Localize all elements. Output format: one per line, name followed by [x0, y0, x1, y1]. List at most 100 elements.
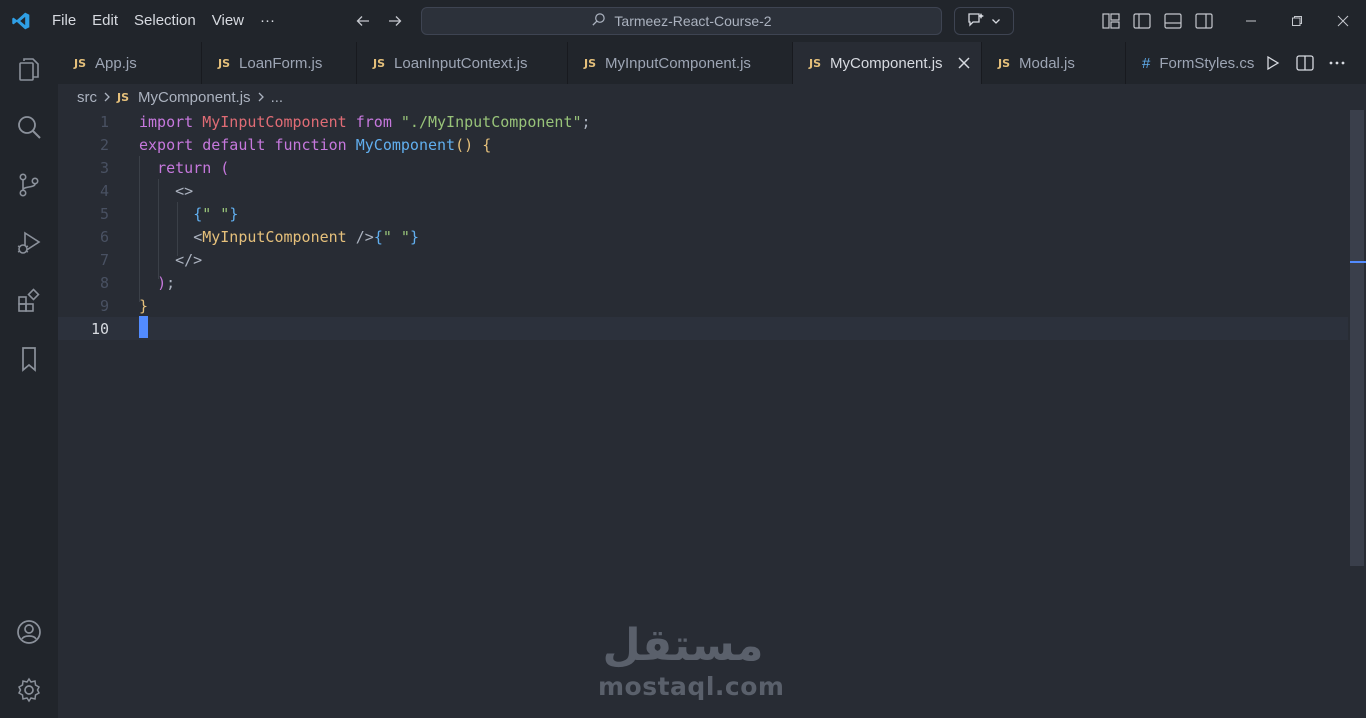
menu-view[interactable]: View — [204, 0, 252, 42]
close-tab-icon[interactable] — [955, 54, 973, 72]
accounts-icon[interactable] — [0, 607, 58, 657]
run-icon[interactable] — [1262, 52, 1284, 74]
menu-edit[interactable]: Edit — [84, 0, 126, 42]
menu-bar: File Edit Selection View ··· — [44, 0, 283, 42]
forward-arrow-icon[interactable] — [384, 10, 406, 32]
js-file-icon: JS — [373, 56, 386, 70]
text-cursor — [139, 316, 148, 338]
settings-gear-icon[interactable] — [0, 665, 58, 715]
tab-label: Modal.js — [1019, 54, 1075, 72]
punctuation: { — [482, 135, 492, 154]
tab-loaninputcontext-js[interactable]: JS LoanInputContext.js — [357, 42, 568, 84]
code-line: 2 export default function MyComponent() … — [58, 133, 1348, 156]
identifier: MyInputComponent — [202, 112, 347, 131]
punctuation: ) — [157, 273, 167, 292]
menu-file[interactable]: File — [44, 0, 84, 42]
line-number: 8 — [99, 273, 109, 292]
search-label: Tarmeez-React-Course-2 — [614, 13, 772, 29]
editor-tabs: JS App.js JS LoanForm.js JS LoanInputContex… — [58, 42, 1366, 84]
toggle-panel-icon[interactable] — [1162, 10, 1184, 32]
split-editor-icon[interactable] — [1294, 52, 1316, 74]
punctuation: < — [193, 227, 203, 246]
code-line: 7 </> — [58, 248, 1348, 271]
breadcrumb-file[interactable]: MyComponent.js — [138, 89, 251, 106]
search-icon — [591, 12, 606, 30]
tab-label: LoanInputContext.js — [394, 54, 528, 72]
command-center-search[interactable]: Tarmeez-React-Course-2 — [421, 7, 942, 35]
bookmarks-icon[interactable] — [0, 334, 58, 384]
js-file-icon: JS — [117, 90, 130, 104]
tab-myinputcomponent-js[interactable]: JS MyInputComponent.js — [568, 42, 793, 84]
punctuation: { — [193, 204, 203, 223]
chevron-right-icon — [103, 92, 111, 102]
code-line: 5 {" "} — [58, 202, 1348, 225]
breadcrumb-more[interactable]: ... — [271, 89, 284, 106]
tab-label: FormStyles.cs — [1159, 54, 1255, 72]
breadcrumb-folder[interactable]: src — [77, 89, 97, 106]
toggle-secondary-sidebar-icon[interactable] — [1193, 10, 1215, 32]
close-window-icon[interactable] — [1320, 0, 1366, 42]
punctuation: ; — [166, 273, 176, 292]
line-number: 7 — [99, 250, 109, 269]
line-number: 4 — [99, 181, 109, 200]
copilot-button[interactable] — [954, 7, 1014, 35]
code-line: 1 import MyInputComponent from "./MyInpu… — [58, 110, 1348, 133]
keyword: export — [139, 135, 194, 154]
punctuation: { — [373, 227, 383, 246]
minimize-icon[interactable] — [1228, 0, 1274, 42]
cursor-position-marker — [1350, 261, 1366, 263]
code-line: 6 <MyInputComponent />{" "} — [58, 225, 1348, 248]
punctuation: } — [229, 204, 239, 223]
tab-modal-js[interactable]: JS Modal.js — [982, 42, 1126, 84]
toggle-primary-sidebar-icon[interactable] — [1131, 10, 1153, 32]
js-file-icon: JS — [74, 56, 87, 70]
line-number: 3 — [99, 158, 109, 177]
line-number: 1 — [99, 112, 109, 131]
extensions-icon[interactable] — [0, 276, 58, 326]
tab-label: App.js — [95, 54, 137, 72]
string-literal: " " — [202, 204, 230, 223]
string-literal: "./MyInputComponent" — [400, 112, 582, 131]
chevron-down-icon — [991, 13, 1001, 29]
chevron-right-icon — [257, 92, 265, 102]
copilot-chat-icon — [967, 12, 985, 31]
punctuation: ( — [220, 158, 230, 177]
function-name: MyComponent — [355, 135, 456, 154]
punctuation: } — [139, 296, 149, 315]
line-number: 6 — [99, 227, 109, 246]
watermark-text: mostaql.com — [598, 672, 785, 701]
tab-label: LoanForm.js — [239, 54, 323, 72]
keyword: import — [139, 112, 194, 131]
tab-mycomponent-js[interactable]: JS MyComponent.js — [793, 42, 982, 84]
menu-selection[interactable]: Selection — [126, 0, 204, 42]
jsx-fragment: </> — [175, 250, 203, 269]
vscode-logo-icon — [0, 0, 42, 42]
line-number: 10 — [90, 319, 109, 338]
string-literal: " " — [382, 227, 410, 246]
watermark-logo: مستقل — [602, 620, 764, 671]
tab-formstyles-css[interactable]: # FormStyles.cs — [1126, 42, 1276, 84]
scrollbar-thumb[interactable] — [1350, 110, 1364, 566]
customize-layout-icon[interactable] — [1100, 10, 1122, 32]
more-actions-icon[interactable] — [1326, 52, 1348, 74]
restore-icon[interactable] — [1274, 0, 1320, 42]
js-file-icon: JS — [998, 56, 1011, 70]
search-sidebar-icon[interactable] — [0, 102, 58, 152]
run-debug-icon[interactable] — [0, 218, 58, 268]
source-control-icon[interactable] — [0, 160, 58, 210]
keyword: from — [355, 112, 392, 131]
js-file-icon: JS — [584, 56, 597, 70]
tab-app-js[interactable]: JS App.js — [58, 42, 202, 84]
menu-more[interactable]: ··· — [252, 0, 283, 42]
css-file-icon: # — [1142, 54, 1151, 72]
tab-loanform-js[interactable]: JS LoanForm.js — [202, 42, 357, 84]
back-arrow-icon[interactable] — [352, 10, 374, 32]
punctuation: /> — [346, 227, 374, 246]
keyword: function — [274, 135, 347, 154]
line-number: 9 — [99, 296, 109, 315]
punctuation: ; — [581, 112, 591, 131]
explorer-icon[interactable] — [0, 44, 58, 94]
code-line: 9 } — [58, 294, 1348, 317]
tab-label: MyInputComponent.js — [605, 54, 751, 72]
jsx-fragment: <> — [175, 181, 194, 200]
